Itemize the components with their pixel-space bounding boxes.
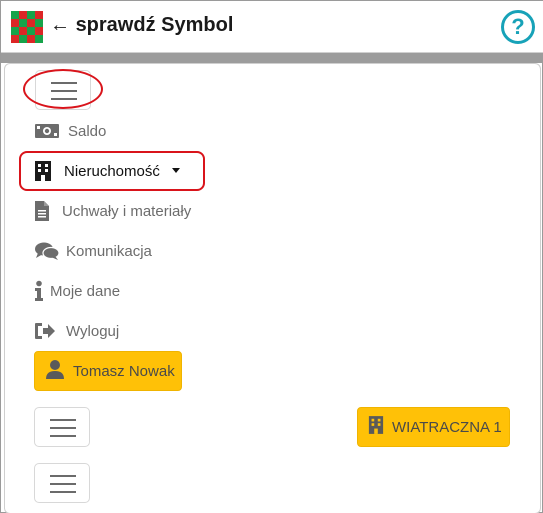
header: ← sprawdź Symbol ? [1,1,543,53]
building-icon [368,414,384,440]
logo-cell [19,27,27,35]
logo-cell [27,19,35,27]
nav-item-wyloguj[interactable]: Wyloguj [34,318,119,344]
logo-cell [27,35,35,43]
file-icon [34,200,60,222]
nav-item-moje-dane[interactable]: Moje dane [34,278,120,304]
nav-label-moje-dane: Moje dane [50,282,121,300]
nav-item-komunikacja[interactable]: Komunikacja [34,238,152,264]
hamburger-bar [50,483,76,485]
question-circle-icon: ? [511,14,525,39]
user-button[interactable]: Tomasz Nowak [34,351,182,391]
logo-cell [35,11,43,19]
sign-out-icon [34,320,60,342]
info-icon [34,280,44,302]
back-arrow-icon[interactable]: ← [50,14,70,36]
nav-label-uchwaly: Uchwały i materiały [62,202,192,220]
logo-cell [27,27,35,35]
logo-cell [27,11,35,19]
nav-label-saldo: Saldo [68,122,107,140]
annotation-rectangle [19,151,205,191]
hamburger-bar [50,475,76,477]
logo-cell [35,35,43,43]
nav-label-wyloguj: Wyloguj [66,322,120,340]
help-button[interactable]: ? [501,10,535,44]
hamburger-bar [50,435,76,437]
logo-cell [19,35,27,43]
hamburger-bar [50,491,76,493]
logo-cell [19,11,27,19]
nav-label-komunikacja: Komunikacja [66,242,152,260]
header-separator [1,53,543,63]
logo-cell [35,27,43,35]
nav-item-saldo[interactable]: Saldo [34,118,106,144]
hamburger-bar [50,419,76,421]
property-name: WIATRACZNA 1 [392,418,502,436]
logo-cell [11,27,19,35]
app-window: ← sprawdź Symbol ? Saldo Nieruchomość Uc… [0,0,543,513]
property-button[interactable]: WIATRACZNA 1 [357,407,510,447]
app-logo [11,11,43,43]
user-name: Tomasz Nowak [73,362,175,380]
navbar-toggler-button-2[interactable] [34,407,90,447]
title-text: sprawdź Symbol [75,14,234,36]
logo-cell [11,19,19,27]
annotation-oval [23,69,103,109]
navbar-toggler-button-3[interactable] [34,463,90,503]
logo-cell [11,11,19,19]
logo-cell [35,19,43,27]
page-title[interactable]: ← sprawdź Symbol [50,14,233,37]
comments-icon [34,240,60,262]
hamburger-bar [50,427,76,429]
logo-cell [11,35,19,43]
money-bill-icon [34,120,60,142]
logo-cell [19,19,27,27]
user-icon [45,359,65,383]
nav-item-uchwaly[interactable]: Uchwały i materiały [34,198,191,224]
